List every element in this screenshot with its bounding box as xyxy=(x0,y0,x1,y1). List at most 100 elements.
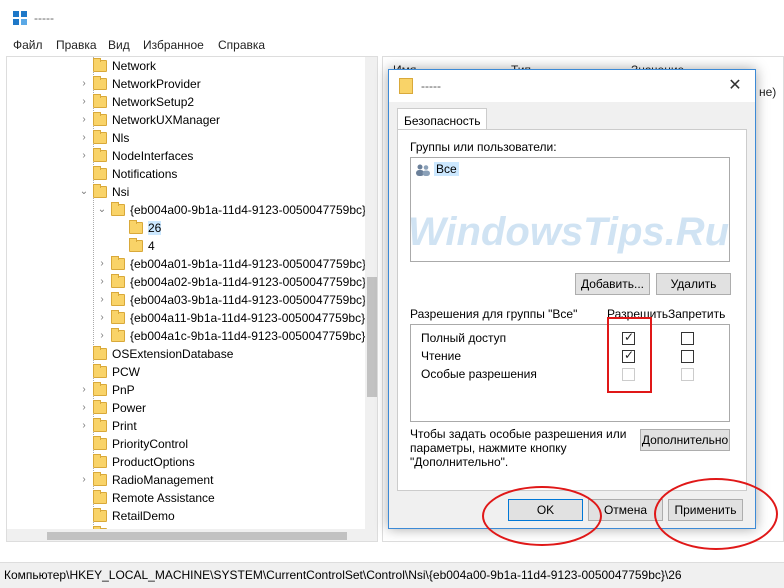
tree-node[interactable]: › {eb004a11-9b1a-11d4-9123-0050047759bc} xyxy=(7,309,377,327)
tree-node[interactable]: › NetworkUXManager xyxy=(7,111,377,129)
tree-node[interactable]: › NodeInterfaces xyxy=(7,147,377,165)
chevron-right-icon[interactable]: › xyxy=(79,384,89,395)
menu-edit[interactable]: Правка xyxy=(56,38,97,52)
menu-help[interactable]: Справка xyxy=(218,38,265,52)
groups-label: Группы или пользователи: xyxy=(410,140,557,154)
scroll-thumb[interactable] xyxy=(367,277,377,397)
chevron-right-icon[interactable]: › xyxy=(97,294,107,305)
chevron-right-icon[interactable]: › xyxy=(79,96,89,107)
tree-node[interactable]: ⌄ {eb004a00-9b1a-11d4-9123-0050047759bc} xyxy=(7,201,377,219)
chevron-down-icon[interactable]: ⌄ xyxy=(79,186,89,197)
tree-node[interactable]: › {eb004a1c-9b1a-11d4-9123-0050047759bc} xyxy=(7,327,377,345)
permission-row: Чтение ✓ xyxy=(411,347,729,365)
chevron-right-icon[interactable]: › xyxy=(79,78,89,89)
chevron-right-icon[interactable]: › xyxy=(97,276,107,287)
window-title: ----- xyxy=(34,11,54,25)
folder-icon xyxy=(93,148,107,162)
tree-node[interactable]: Remote Assistance xyxy=(7,489,377,507)
chevron-right-icon[interactable]: › xyxy=(79,402,89,413)
folder-icon xyxy=(111,274,125,288)
chevron-down-icon[interactable]: ⌄ xyxy=(97,204,107,215)
folder-icon xyxy=(93,130,107,144)
tree-node[interactable]: › {eb004a03-9b1a-11d4-9123-0050047759bc} xyxy=(7,291,377,309)
folder-icon xyxy=(399,78,413,94)
tree-node-label: NetworkSetup2 xyxy=(112,95,195,109)
chevron-right-icon[interactable]: › xyxy=(79,132,89,143)
tree-node-label: OSExtensionDatabase xyxy=(112,347,234,361)
tree-node[interactable]: › NetworkSetup2 xyxy=(7,93,377,111)
folder-icon xyxy=(129,220,143,234)
permission-name: Чтение xyxy=(421,349,462,363)
chevron-right-icon[interactable]: › xyxy=(97,330,107,341)
folder-icon xyxy=(111,256,125,270)
tree-node[interactable]: › NetworkProvider xyxy=(7,75,377,93)
tree-node[interactable]: › Nls xyxy=(7,129,377,147)
security-panel: Группы или пользователи: Все Добавить...… xyxy=(397,129,747,491)
permissions-list[interactable]: Полный доступ ✓ Чтение ✓ Особые разрешения xyxy=(410,324,730,422)
tree-node-label: {eb004a02-9b1a-11d4-9123-0050047759bc} xyxy=(130,275,366,289)
advanced-button[interactable]: Дополнительно xyxy=(640,429,730,451)
tree-node[interactable]: › Print xyxy=(7,417,377,435)
tree-node[interactable]: Notifications xyxy=(7,165,377,183)
tree-node[interactable]: › Power xyxy=(7,399,377,417)
folder-icon xyxy=(111,202,125,216)
folder-icon xyxy=(93,418,107,432)
tree-node[interactable]: ProductOptions xyxy=(7,453,377,471)
folder-icon xyxy=(93,184,107,198)
menu-view[interactable]: Вид xyxy=(108,38,130,52)
folder-icon xyxy=(93,454,107,468)
menu-file[interactable]: Файл xyxy=(13,38,43,52)
tree-node[interactable]: Network xyxy=(7,57,377,75)
scroll-thumb[interactable] xyxy=(47,532,347,540)
tree-node[interactable]: › PnP xyxy=(7,381,377,399)
deny-checkbox[interactable] xyxy=(681,332,694,345)
tree-horizontal-scrollbar[interactable] xyxy=(7,529,365,541)
chevron-right-icon[interactable]: › xyxy=(79,474,89,485)
ok-highlight-oval xyxy=(482,486,602,546)
user-everyone: Все xyxy=(434,162,459,176)
folder-icon xyxy=(93,400,107,414)
tree-node[interactable]: › RadioManagement xyxy=(7,471,377,489)
tree-node[interactable]: 26 xyxy=(7,219,377,237)
folder-icon xyxy=(93,166,107,180)
tree-node[interactable]: OSExtensionDatabase xyxy=(7,345,377,363)
tree-node-label: Remote Assistance xyxy=(112,491,215,505)
tree-vertical-scrollbar[interactable] xyxy=(365,57,377,541)
folder-icon xyxy=(93,508,107,522)
tree-node[interactable]: ⌄ Nsi xyxy=(7,183,377,201)
tree-node[interactable]: PCW xyxy=(7,363,377,381)
folder-icon xyxy=(93,112,107,126)
deny-header: Запретить xyxy=(668,307,726,321)
chevron-right-icon[interactable]: › xyxy=(97,312,107,323)
deny-checkbox xyxy=(681,368,694,381)
tree-node[interactable]: PriorityControl xyxy=(7,435,377,453)
tree-node[interactable]: › {eb004a02-9b1a-11d4-9123-0050047759bc} xyxy=(7,273,377,291)
menu-favorites[interactable]: Избранное xyxy=(143,38,204,52)
tree-node-label: {eb004a00-9b1a-11d4-9123-0050047759bc} xyxy=(130,203,366,217)
add-button[interactable]: Добавить... xyxy=(575,273,650,295)
chevron-right-icon[interactable]: › xyxy=(79,420,89,431)
chevron-right-icon[interactable]: › xyxy=(79,150,89,161)
special-hint-3: "Дополнительно". xyxy=(410,455,509,469)
users-list[interactable]: Все xyxy=(410,157,730,262)
tree-node-label: {eb004a03-9b1a-11d4-9123-0050047759bc} xyxy=(130,293,366,307)
close-icon[interactable]: ✕ xyxy=(723,76,747,96)
tree-node-label: 4 xyxy=(148,239,155,253)
permission-name: Особые разрешения xyxy=(421,367,537,381)
remove-button[interactable]: Удалить xyxy=(656,273,731,295)
status-bar: Компьютер\HKEY_LOCAL_MACHINE\SYSTEM\Curr… xyxy=(0,562,784,588)
tab-security[interactable]: Безопасность xyxy=(397,108,487,130)
registry-tree[interactable]: Network › NetworkProvider › NetworkSetup2 › Ne… xyxy=(6,56,378,542)
chevron-right-icon[interactable]: › xyxy=(79,114,89,125)
permission-name: Полный доступ xyxy=(421,331,507,345)
special-hint-2: параметры, нажмите кнопку xyxy=(410,441,567,455)
tree-node[interactable]: RetailDemo xyxy=(7,507,377,525)
tree-node-label: ProductOptions xyxy=(112,455,195,469)
tree-node[interactable]: 4 xyxy=(7,237,377,255)
tree-node[interactable]: › {eb004a01-9b1a-11d4-9123-0050047759bc} xyxy=(7,255,377,273)
folder-icon xyxy=(111,292,125,306)
list-item[interactable]: Все xyxy=(415,162,459,178)
chevron-right-icon[interactable]: › xyxy=(97,258,107,269)
deny-checkbox[interactable] xyxy=(681,350,694,363)
dialog-title: ----- xyxy=(421,79,441,93)
